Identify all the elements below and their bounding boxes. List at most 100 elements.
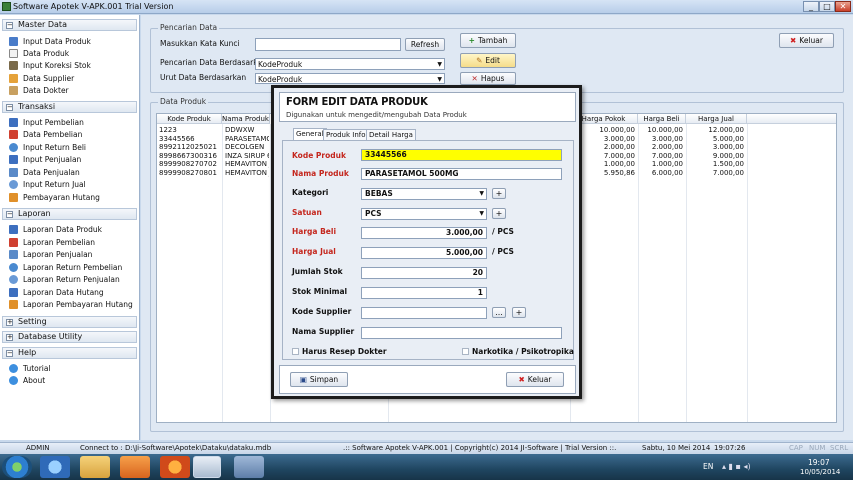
tray-icons[interactable]: ▴ ▮ ▪ ◂) (722, 462, 782, 471)
section-setting[interactable]: + Setting (2, 316, 137, 328)
grid-cell[interactable]: 1223 (159, 126, 221, 135)
section-transaksi[interactable]: − Transaksi (2, 101, 137, 113)
section-laporan[interactable]: − Laporan (2, 208, 137, 220)
simpan-button[interactable]: ▣ Simpan (290, 372, 348, 387)
harga-beli-input[interactable]: 3.000,00 (361, 227, 487, 239)
column-header-nama[interactable]: Nama Produk (222, 114, 270, 124)
grid-cell[interactable]: DDWXW (225, 126, 269, 135)
section-master-data[interactable]: − Master Data (2, 19, 137, 31)
grid-cell[interactable]: 7.000,00 (639, 152, 683, 161)
grid-cell[interactable]: 33445566 (159, 135, 221, 144)
sidebar-item-laporan-return-pembelian[interactable]: Laporan Return Pembelian (9, 262, 122, 273)
add-supplier-button[interactable]: + (512, 307, 526, 318)
tab-produk-info[interactable]: Produk Info (323, 129, 369, 140)
language-indicator[interactable]: EN (703, 462, 713, 471)
grid-cell[interactable]: 8999908270702 (159, 160, 221, 169)
collapse-icon[interactable]: − (6, 104, 13, 111)
tambah-button[interactable]: + Tambah (460, 33, 516, 48)
section-database-utility[interactable]: + Database Utility (2, 331, 137, 343)
clock-time[interactable]: 19:07 (808, 458, 830, 467)
grid-cell[interactable]: 12.000,00 (687, 126, 744, 135)
maximize-button[interactable]: □ (819, 1, 835, 12)
sidebar-item-input-return-jual[interactable]: Input Return Jual (9, 179, 86, 190)
sidebar-item-input-pembelian[interactable]: Input Pembelian (9, 117, 84, 128)
nama-produk-input[interactable]: PARASETAMOL 500MG (361, 168, 562, 180)
grid-cell[interactable]: 8998667300316 (159, 152, 221, 161)
kode-produk-input[interactable]: 33445566 (361, 149, 562, 161)
expand-icon[interactable]: + (6, 334, 13, 341)
grid-cell[interactable]: DECOLGEN (225, 143, 269, 152)
sidebar-item-input-koreksi-stok[interactable]: Input Koreksi Stok (9, 60, 91, 71)
sidebar-item-data-produk[interactable]: Data Produk (9, 48, 69, 59)
grid-cell[interactable]: 6.000,00 (639, 169, 683, 178)
sidebar-item-input-penjualan[interactable]: Input Penjualan (9, 154, 81, 165)
checkbox-box[interactable] (292, 348, 299, 355)
keluar-dialog-button[interactable]: ✖ Keluar (506, 372, 564, 387)
sidebar-item-data-supplier[interactable]: Data Supplier (9, 73, 74, 84)
folder-icon[interactable] (80, 456, 110, 478)
grid-cell[interactable]: 8992112025021 (159, 143, 221, 152)
sidebar-item-data-dokter[interactable]: Data Dokter (9, 85, 69, 96)
browse-supplier-button[interactable]: ... (492, 307, 506, 318)
expand-icon[interactable]: + (6, 319, 13, 326)
hapus-button[interactable]: ✕ Hapus (460, 72, 516, 85)
sidebar-item-pembayaran-hutang[interactable]: Pembayaran Hutang (9, 192, 100, 203)
sidebar-item-laporan-pembayaran-hutang[interactable]: Laporan Pembayaran Hutang (9, 299, 133, 310)
collapse-icon[interactable]: − (6, 211, 13, 218)
grid-cell[interactable]: HEMAVITON J (225, 169, 269, 178)
start-button-icon[interactable] (2, 456, 32, 478)
section-help[interactable]: − Help (2, 347, 137, 359)
grid-cell[interactable]: 2.000,00 (639, 143, 683, 152)
collapse-icon[interactable]: − (6, 22, 13, 29)
add-kategori-button[interactable]: + (492, 188, 506, 199)
grid-cell[interactable]: PARASETAMO (225, 135, 269, 144)
kode-supplier-input[interactable] (361, 307, 487, 319)
internet-explorer-icon[interactable] (40, 456, 70, 478)
stok-minimal-input[interactable]: 1 (361, 287, 487, 299)
search-by-select[interactable]: KodeProduk ▼ (255, 58, 445, 70)
keluar-main-button[interactable]: ✖ Keluar (779, 33, 834, 48)
grid-cell[interactable]: 7.000,00 (687, 169, 744, 178)
close-window-button[interactable]: ✕ (835, 1, 851, 12)
harus-resep-checkbox[interactable]: Harus Resep Dokter (292, 347, 387, 356)
edit-button[interactable]: ✎ Edit (460, 53, 516, 68)
grid-cell[interactable]: 1.000,00 (639, 160, 683, 169)
paint-icon[interactable] (234, 456, 264, 478)
clock-date[interactable]: 10/05/2014 (800, 468, 840, 476)
column-header-harga-beli[interactable]: Harga Beli (638, 114, 686, 124)
grid-cell[interactable]: 10.000,00 (639, 126, 683, 135)
sidebar-item-input-data-produk[interactable]: Input Data Produk (9, 36, 91, 47)
sidebar-item-laporan-penjualan[interactable]: Laporan Penjualan (9, 249, 92, 260)
grid-cell[interactable]: 3.000,00 (639, 135, 683, 144)
checkbox-box[interactable] (462, 348, 469, 355)
sidebar-item-about[interactable]: About (9, 375, 45, 386)
nama-supplier-input[interactable] (361, 327, 562, 339)
sidebar-item-data-penjualan[interactable]: Data Penjualan (9, 167, 80, 178)
grid-cell[interactable]: 1.500,00 (687, 160, 744, 169)
apotek-app-taskbar-icon[interactable] (193, 456, 221, 478)
sidebar-item-tutorial[interactable]: Tutorial (9, 363, 51, 374)
tab-general[interactable]: General (293, 128, 327, 140)
column-header-harga-jual[interactable]: Harga Jual (686, 114, 747, 124)
keyword-input[interactable] (255, 38, 401, 51)
grid-cell[interactable]: HEMAVITON J (225, 160, 269, 169)
grid-cell[interactable]: 3.000,00 (687, 143, 744, 152)
sidebar-item-data-pembelian[interactable]: Data Pembelian (9, 129, 82, 140)
add-satuan-button[interactable]: + (492, 208, 506, 219)
minimize-button[interactable]: _ (803, 1, 819, 12)
column-header-kode[interactable]: Kode Produk (157, 114, 222, 124)
grid-cell[interactable]: 5.000,00 (687, 135, 744, 144)
satuan-select[interactable]: PCS ▼ (361, 208, 487, 220)
sidebar-item-laporan-data-hutang[interactable]: Laporan Data Hutang (9, 287, 104, 298)
collapse-icon[interactable]: − (6, 350, 13, 357)
grid-cell[interactable]: 9.000,00 (687, 152, 744, 161)
narkotika-checkbox[interactable]: Narkotika / Psikotropika (462, 347, 574, 356)
harga-jual-input[interactable]: 5.000,00 (361, 247, 487, 259)
sidebar-item-input-return-beli[interactable]: Input Return Beli (9, 142, 86, 153)
grid-cell[interactable]: INZA SIRUP 6 (225, 152, 269, 161)
tab-detail-harga[interactable]: Detail Harga (366, 129, 416, 140)
sidebar-item-laporan-data-produk[interactable]: Laporan Data Produk (9, 224, 102, 235)
sort-by-select[interactable]: KodeProduk ▼ (255, 73, 445, 84)
refresh-button[interactable]: Refresh (405, 38, 445, 51)
media-player-icon[interactable] (120, 456, 150, 478)
